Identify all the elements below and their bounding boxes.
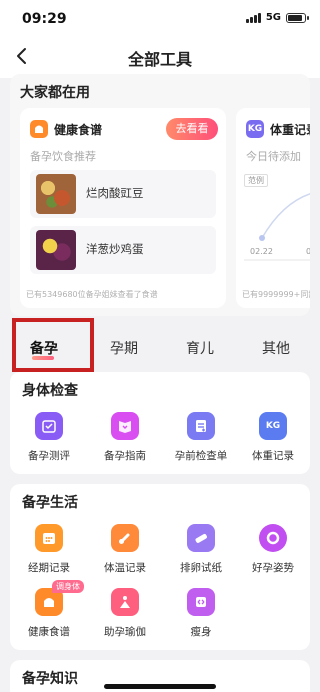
weight-card[interactable]: KG 体重记录 今日待添加 02.22 02.2 范例 已有9999999+同龄 [236,108,310,308]
tool-label: 经期记录 [28,562,70,574]
page-title: 全部工具 [127,50,192,69]
section-title: 备孕生活 [22,495,78,511]
dish-image [36,230,76,270]
tool-label: 助孕瑜伽 [104,626,146,638]
calendar-icon [35,524,63,552]
status-bar: 09:29 5G [0,0,320,36]
dish-item[interactable]: 烂肉酸豇豆 [30,170,216,218]
recipe-card-title: 健康食谱 [54,123,103,137]
tool-ovulation-strip[interactable]: 排卵试纸 [166,524,236,586]
recipe-card-footer: 已有5349680位备孕姐妹查看了食谱 [26,290,158,299]
weight-scale-icon: KG [246,120,264,138]
go-see-button[interactable]: 去看看 [166,118,218,140]
tool-prenatal-checklist[interactable]: 孕前检查单 [166,412,236,474]
chart-legend: 范例 [244,174,268,187]
nav-bar: 全部工具 [0,36,320,78]
tool-pre-pregnancy-guide[interactable]: 备孕指南 [90,412,160,474]
tool-badge: 调身体 [52,580,84,593]
test-strip-icon [187,524,215,552]
thermometer-icon [111,524,139,552]
tool-fertility-yoga[interactable]: 助孕瑜伽 [90,588,160,650]
recipe-card[interactable]: 健康食谱 去看看 备孕饮食推荐 烂肉酸豇豆 洋葱炒鸡蛋 已有5349680位备孕… [20,108,226,308]
dish-image [36,174,76,214]
dish-item[interactable]: 洋葱炒鸡蛋 [30,226,216,274]
home-indicator[interactable] [104,684,216,689]
tool-healthy-recipe[interactable]: 调身体 健康食谱 [14,580,84,650]
slim-icon [187,588,215,616]
chart-date-label: 02.22 [250,247,273,256]
tool-label: 备孕测评 [28,450,70,462]
tool-label: 排卵试纸 [180,562,222,574]
tool-label: 健康食谱 [28,626,70,638]
status-indicators: 5G [245,12,309,23]
tool-good-posture[interactable]: 好孕姿势 [238,524,308,586]
highlight-box [12,318,94,372]
tool-label: 瘦身 [190,626,212,638]
tool-label: 体重记录 [252,450,294,462]
tool-slimming[interactable]: 瘦身 [166,588,236,650]
tab-parenting[interactable]: 育儿 [186,338,214,358]
weight-card-subtitle: 今日待添加 [246,150,301,163]
status-time: 09:29 [22,11,67,27]
section-title: 身体检查 [22,383,78,399]
yoga-icon [111,588,139,616]
chart-point [259,235,265,241]
guide-book-icon [111,412,139,440]
popular-title: 大家都在用 [20,85,90,101]
network-label: 5G [265,12,281,23]
popular-tools: 大家都在用 健康食谱 去看看 备孕饮食推荐 烂肉酸豇豆 洋葱炒鸡蛋 已有5349… [10,74,310,316]
tool-label: 好孕姿势 [252,562,294,574]
weight-scale-icon: KG [259,412,287,440]
tool-period-record[interactable]: 经期记录 [14,524,84,586]
section-title: 备孕知识 [22,671,78,687]
tab-other[interactable]: 其他 [262,338,290,358]
checklist-box-icon [35,412,63,440]
tool-temperature-record[interactable]: 体温记录 [90,524,160,586]
tool-label: 体温记录 [104,562,146,574]
tab-pregnancy[interactable]: 孕期 [110,338,138,358]
ring-icon [259,524,287,552]
signal-icon [245,12,261,23]
chart-date-label: 02.2 [306,247,310,256]
weight-card-title: 体重记录 [270,123,310,137]
dish-name: 洋葱炒鸡蛋 [86,242,144,256]
section-pre-pregnancy-life: 备孕生活 经期记录 体温记录 排卵试纸 好孕姿势 调身体 健康食谱 助孕瑜伽 瘦… [10,484,310,650]
recipe-card-subtitle: 备孕饮食推荐 [30,150,96,163]
dish-name: 烂肉酸豇豆 [86,186,144,200]
battery-icon [286,12,309,23]
tool-label: 备孕指南 [104,450,146,462]
weight-card-footer: 已有9999999+同龄 [242,290,310,299]
checklist-doc-icon [187,412,215,440]
tool-pre-pregnancy-assessment[interactable]: 备孕测评 [14,412,84,474]
tool-label: 孕前检查单 [174,450,228,462]
section-body-check: 身体检查 备孕测评 备孕指南 孕前检查单 KG 体重记录 [10,372,310,474]
recipe-icon [30,120,48,138]
tool-weight-record[interactable]: KG 体重记录 [238,412,308,474]
